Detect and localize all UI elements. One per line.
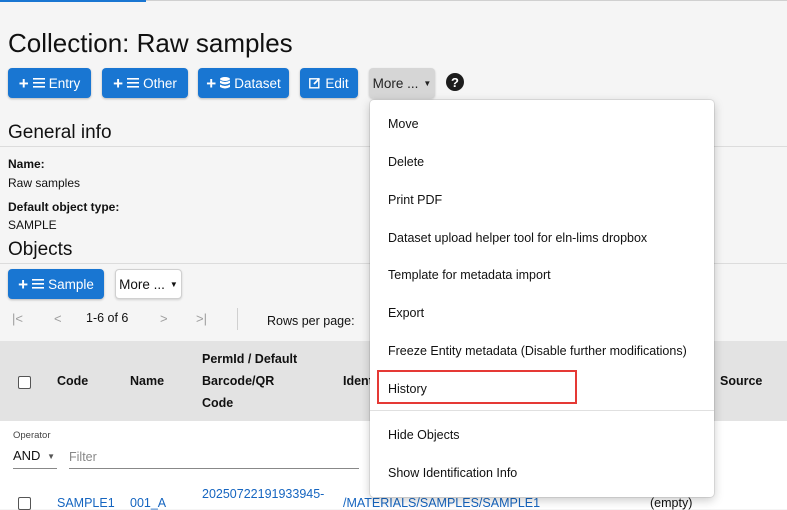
new-entry-button[interactable]: + Entry (8, 68, 91, 98)
sample-label: Sample (48, 276, 94, 292)
pagination-separator (237, 308, 238, 330)
plus-icon: + (18, 274, 29, 294)
column-name[interactable]: Name (130, 374, 164, 388)
general-info-heading: General info (8, 122, 112, 143)
menu-item-delete[interactable]: Delete (388, 155, 424, 169)
plus-icon: + (113, 73, 124, 93)
new-sample-button[interactable]: + Sample (8, 269, 104, 299)
menu-item-dataset-upload-helper[interactable]: Dataset upload helper tool for eln-lims … (388, 231, 647, 245)
filter-input[interactable]: Filter (69, 450, 359, 469)
menu-item-freeze-metadata[interactable]: Freeze Entity metadata (Disable further … (388, 344, 687, 358)
row-source-value: (empty) (650, 496, 693, 510)
objects-heading: Objects (8, 239, 73, 260)
column-permid-line3[interactable]: Code (202, 396, 233, 410)
edit-button[interactable]: Edit (300, 68, 358, 98)
column-identifier[interactable]: Ident (343, 374, 373, 388)
menu-item-hide-objects[interactable]: Hide Objects (388, 428, 460, 442)
other-label: Other (143, 75, 177, 91)
row-checkbox[interactable] (18, 497, 31, 510)
caret-down-icon: ▼ (47, 452, 55, 461)
menu-item-move[interactable]: Move (388, 117, 419, 131)
new-other-button[interactable]: + Other (102, 68, 188, 98)
history-highlight-box (377, 370, 577, 404)
default-type-label: Default object type: (8, 200, 120, 214)
row-identifier-link[interactable]: /MATERIALS/SAMPLES/SAMPLE1 (343, 496, 540, 510)
pagination-range: 1-6 of 6 (86, 311, 129, 325)
select-all-checkbox[interactable] (18, 376, 31, 389)
objects-more-button[interactable]: More ... ▼ (115, 269, 182, 299)
more-dropdown-menu: Move Delete Print PDF Dataset upload hel… (370, 100, 714, 497)
menu-item-metadata-template[interactable]: Template for metadata import (388, 268, 551, 282)
database-icon (220, 77, 231, 89)
row-code-link[interactable]: SAMPLE1 (57, 496, 115, 510)
filter-placeholder: Filter (69, 450, 97, 464)
plus-icon: + (206, 73, 217, 93)
list-icon (32, 78, 45, 88)
more-menu-button[interactable]: More ... ▼ (369, 68, 435, 98)
column-permid-line2[interactable]: Barcode/QR (202, 374, 274, 388)
next-page-icon[interactable]: > (160, 311, 168, 326)
page-title: Collection: Raw samples (8, 28, 293, 58)
operator-select[interactable]: AND ▼ (13, 448, 57, 469)
edit-icon (309, 77, 321, 89)
menu-item-show-identification-info[interactable]: Show Identification Info (388, 466, 517, 480)
column-permid-line1[interactable]: PermId / Default (202, 352, 297, 366)
previous-page-icon[interactable]: < (54, 311, 62, 326)
operator-label: Operator (13, 430, 51, 441)
new-dataset-button[interactable]: + Dataset (198, 68, 289, 98)
name-value: Raw samples (8, 176, 81, 190)
top-divider (146, 0, 787, 1)
column-code[interactable]: Code (57, 374, 88, 388)
list-icon (127, 78, 140, 88)
last-page-icon[interactable]: >| (196, 311, 207, 326)
dataset-label: Dataset (234, 75, 281, 91)
caret-down-icon: ▼ (169, 279, 178, 289)
objects-more-label: More ... (119, 276, 165, 292)
rows-per-page-label: Rows per page: (267, 314, 355, 328)
entry-label: Entry (48, 75, 81, 91)
edit-label: Edit (325, 75, 349, 91)
row-name-link[interactable]: 001_A (130, 496, 166, 510)
column-source[interactable]: Source (720, 374, 762, 388)
caret-down-icon: ▼ (423, 78, 432, 88)
menu-divider (370, 410, 714, 411)
menu-item-export[interactable]: Export (388, 306, 424, 320)
row-permid-link[interactable]: 20250722191933945- (202, 487, 324, 501)
more-label: More ... (372, 75, 419, 91)
operator-value: AND (13, 448, 41, 463)
name-label: Name: (8, 157, 45, 171)
plus-icon: + (18, 73, 29, 93)
default-type-value: SAMPLE (8, 218, 57, 232)
first-page-icon[interactable]: |< (12, 311, 23, 326)
menu-item-print-pdf[interactable]: Print PDF (388, 193, 442, 207)
help-icon[interactable]: ? (446, 73, 464, 91)
list-icon (32, 279, 45, 289)
active-tab-indicator (0, 0, 146, 2)
